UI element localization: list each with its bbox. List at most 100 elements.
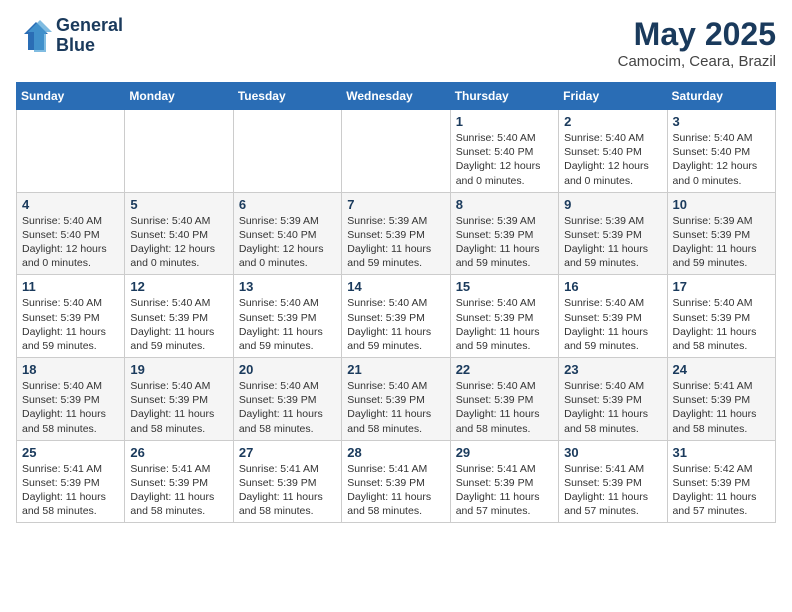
day-number: 24	[673, 362, 770, 377]
day-info: Sunrise: 5:40 AMSunset: 5:39 PMDaylight:…	[564, 296, 661, 353]
calendar-cell: 2 Sunrise: 5:40 AMSunset: 5:40 PMDaylight…	[559, 110, 667, 193]
day-info: Sunrise: 5:40 AMSunset: 5:40 PMDaylight:…	[22, 214, 119, 271]
day-number: 14	[347, 279, 444, 294]
day-number: 6	[239, 197, 336, 212]
day-info: Sunrise: 5:41 AMSunset: 5:39 PMDaylight:…	[130, 462, 227, 519]
day-number: 26	[130, 445, 227, 460]
calendar-cell: 6 Sunrise: 5:39 AMSunset: 5:40 PMDaylight…	[233, 192, 341, 275]
day-info: Sunrise: 5:40 AMSunset: 5:40 PMDaylight:…	[673, 131, 770, 188]
week-row-5: 25 Sunrise: 5:41 AMSunset: 5:39 PMDayligh…	[17, 440, 776, 523]
day-number: 3	[673, 114, 770, 129]
week-row-1: 1 Sunrise: 5:40 AMSunset: 5:40 PMDaylight…	[17, 110, 776, 193]
day-number: 9	[564, 197, 661, 212]
day-number: 10	[673, 197, 770, 212]
day-number: 28	[347, 445, 444, 460]
day-info: Sunrise: 5:39 AMSunset: 5:39 PMDaylight:…	[564, 214, 661, 271]
calendar-cell: 10 Sunrise: 5:39 AMSunset: 5:39 PMDayligh…	[667, 192, 775, 275]
calendar-cell: 18Sunrise: 5:40 AMSunset: 5:39 PMDayligh…	[17, 358, 125, 441]
day-number: 2	[564, 114, 661, 129]
day-number: 15	[456, 279, 553, 294]
location: Camocim, Ceara, Brazil	[618, 53, 776, 70]
week-row-2: 4Sunrise: 5:40 AMSunset: 5:40 PMDaylight…	[17, 192, 776, 275]
calendar-cell	[17, 110, 125, 193]
calendar-cell	[233, 110, 341, 193]
logo-text: General Blue	[56, 16, 123, 56]
day-info: Sunrise: 5:40 AMSunset: 5:39 PMDaylight:…	[564, 379, 661, 436]
day-info: Sunrise: 5:41 AMSunset: 5:39 PMDaylight:…	[564, 462, 661, 519]
day-info: Sunrise: 5:41 AMSunset: 5:39 PMDaylight:…	[456, 462, 553, 519]
day-info: Sunrise: 5:41 AMSunset: 5:39 PMDaylight:…	[239, 462, 336, 519]
calendar-cell	[125, 110, 233, 193]
day-number: 13	[239, 279, 336, 294]
calendar-cell: 13 Sunrise: 5:40 AMSunset: 5:39 PMDayligh…	[233, 275, 341, 358]
day-info: Sunrise: 5:41 AMSunset: 5:39 PMDaylight:…	[22, 462, 119, 519]
calendar-cell: 14 Sunrise: 5:40 AMSunset: 5:39 PMDayligh…	[342, 275, 450, 358]
day-number: 20	[239, 362, 336, 377]
day-info: Sunrise: 5:39 AMSunset: 5:40 PMDaylight:…	[239, 214, 336, 271]
day-number: 8	[456, 197, 553, 212]
week-row-4: 18 Sunrise: 5:40 AMSunset: 5:39 PMDayligh…	[17, 358, 776, 441]
day-info: Sunrise: 5:39 AMSunset: 5:39 PMDaylight:…	[456, 214, 553, 271]
day-number: 17	[673, 279, 770, 294]
weekday-header-friday: Friday	[559, 83, 667, 110]
weekday-header-monday: Monday	[125, 83, 233, 110]
calendar-cell: 15Sunrise: 5:40 AMSunset: 5:39 PMDayligh…	[450, 275, 558, 358]
day-info: Sunrise: 5:39 AMSunset: 5:39 PMDaylight:…	[347, 214, 444, 271]
calendar-cell: 22 Sunrise: 5:40 AMSunset: 5:39 PMDayligh…	[450, 358, 558, 441]
day-number: 31	[673, 445, 770, 460]
calendar-cell: 23 Sunrise: 5:40 AMSunset: 5:39 PMDayligh…	[559, 358, 667, 441]
calendar-cell: 29Sunrise: 5:41 AMSunset: 5:39 PMDayligh…	[450, 440, 558, 523]
calendar-cell: 8 Sunrise: 5:39 AMSunset: 5:39 PMDaylight…	[450, 192, 558, 275]
day-info: Sunrise: 5:40 AMSunset: 5:40 PMDaylight:…	[456, 131, 553, 188]
day-info: Sunrise: 5:39 AMSunset: 5:39 PMDaylight:…	[673, 214, 770, 271]
calendar-table: SundayMondayTuesdayWednesdayThursdayFrid…	[16, 82, 776, 523]
day-info: Sunrise: 5:40 AMSunset: 5:40 PMDaylight:…	[564, 131, 661, 188]
calendar-cell: 9 Sunrise: 5:39 AMSunset: 5:39 PMDaylight…	[559, 192, 667, 275]
day-number: 25	[22, 445, 119, 460]
calendar-cell: 16 Sunrise: 5:40 AMSunset: 5:39 PMDayligh…	[559, 275, 667, 358]
day-number: 21	[347, 362, 444, 377]
week-row-3: 11 Sunrise: 5:40 AMSunset: 5:39 PMDayligh…	[17, 275, 776, 358]
calendar-cell: 3 Sunrise: 5:40 AMSunset: 5:40 PMDaylight…	[667, 110, 775, 193]
calendar-cell: 24 Sunrise: 5:41 AMSunset: 5:39 PMDayligh…	[667, 358, 775, 441]
day-number: 1	[456, 114, 553, 129]
weekday-header-thursday: Thursday	[450, 83, 558, 110]
weekday-header-tuesday: Tuesday	[233, 83, 341, 110]
calendar-cell: 12 Sunrise: 5:40 AMSunset: 5:39 PMDayligh…	[125, 275, 233, 358]
day-info: Sunrise: 5:40 AMSunset: 5:39 PMDaylight:…	[347, 296, 444, 353]
day-number: 22	[456, 362, 553, 377]
calendar-cell: 7 Sunrise: 5:39 AMSunset: 5:39 PMDaylight…	[342, 192, 450, 275]
day-info: Sunrise: 5:41 AMSunset: 5:39 PMDaylight:…	[347, 462, 444, 519]
day-info: Sunrise: 5:40 AMSunset: 5:39 PMDaylight:…	[239, 296, 336, 353]
calendar-cell: 1 Sunrise: 5:40 AMSunset: 5:40 PMDaylight…	[450, 110, 558, 193]
day-info: Sunrise: 5:40 AMSunset: 5:39 PMDaylight:…	[456, 379, 553, 436]
day-info: Sunrise: 5:40 AMSunset: 5:39 PMDaylight:…	[239, 379, 336, 436]
weekday-header-wednesday: Wednesday	[342, 83, 450, 110]
day-number: 11	[22, 279, 119, 294]
weekday-header-saturday: Saturday	[667, 83, 775, 110]
month-title: May 2025	[618, 16, 776, 53]
day-number: 19	[130, 362, 227, 377]
day-info: Sunrise: 5:40 AMSunset: 5:39 PMDaylight:…	[130, 296, 227, 353]
calendar-cell: 5 Sunrise: 5:40 AMSunset: 5:40 PMDaylight…	[125, 192, 233, 275]
weekday-header-row: SundayMondayTuesdayWednesdayThursdayFrid…	[17, 83, 776, 110]
day-info: Sunrise: 5:41 AMSunset: 5:39 PMDaylight:…	[673, 379, 770, 436]
day-number: 5	[130, 197, 227, 212]
day-number: 12	[130, 279, 227, 294]
day-number: 16	[564, 279, 661, 294]
calendar-cell	[342, 110, 450, 193]
page-header: General Blue May 2025 Camocim, Ceara, Br…	[16, 16, 776, 70]
logo-icon	[16, 18, 52, 54]
day-info: Sunrise: 5:40 AMSunset: 5:40 PMDaylight:…	[130, 214, 227, 271]
day-info: Sunrise: 5:40 AMSunset: 5:39 PMDaylight:…	[22, 296, 119, 353]
calendar-cell: 31Sunrise: 5:42 AMSunset: 5:39 PMDayligh…	[667, 440, 775, 523]
day-number: 7	[347, 197, 444, 212]
calendar-cell: 28 Sunrise: 5:41 AMSunset: 5:39 PMDayligh…	[342, 440, 450, 523]
calendar-cell: 19Sunrise: 5:40 AMSunset: 5:39 PMDayligh…	[125, 358, 233, 441]
day-number: 30	[564, 445, 661, 460]
calendar-cell: 30 Sunrise: 5:41 AMSunset: 5:39 PMDayligh…	[559, 440, 667, 523]
day-number: 23	[564, 362, 661, 377]
day-number: 18	[22, 362, 119, 377]
title-block: May 2025 Camocim, Ceara, Brazil	[618, 16, 776, 70]
calendar-cell: 27Sunrise: 5:41 AMSunset: 5:39 PMDayligh…	[233, 440, 341, 523]
